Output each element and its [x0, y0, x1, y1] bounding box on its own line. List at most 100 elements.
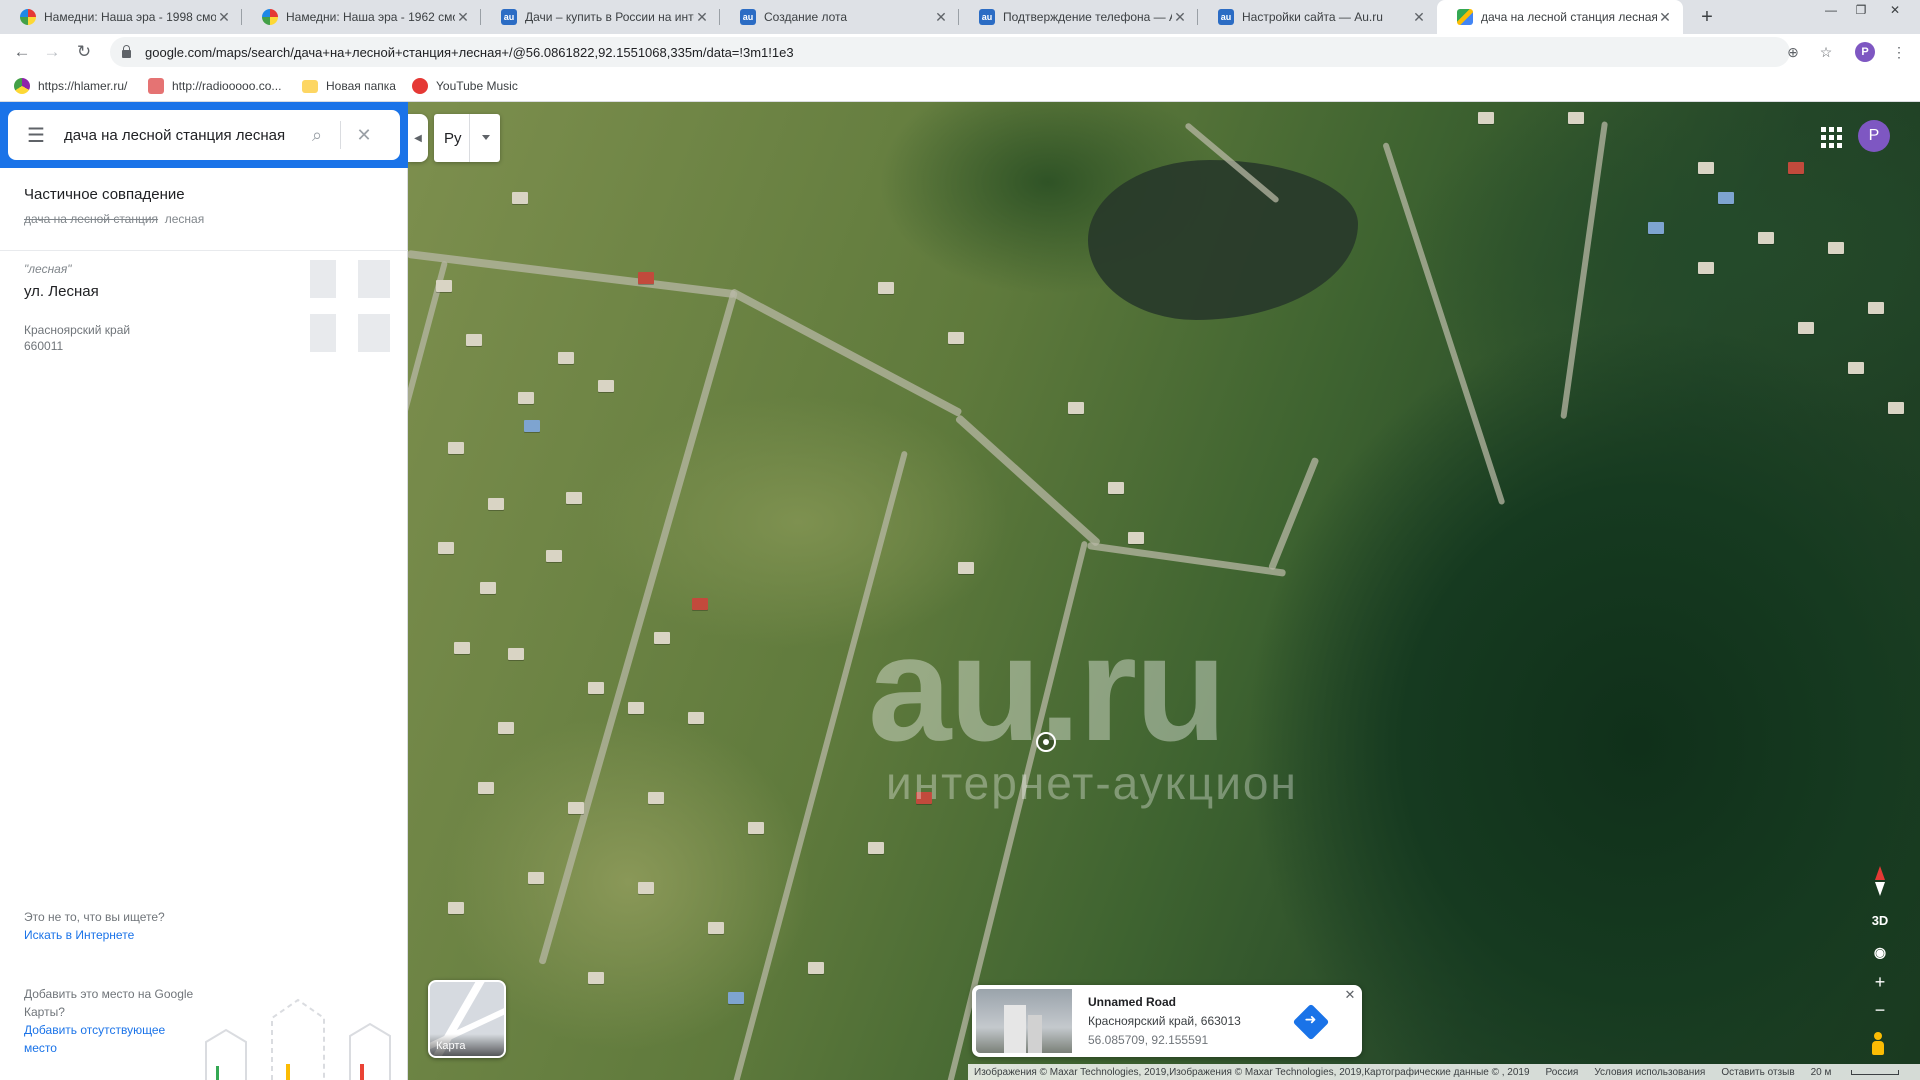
feedback-link[interactable]: Оставить отзыв	[1721, 1067, 1794, 1078]
lock-icon	[122, 45, 131, 58]
close-tab-icon[interactable]: ✕	[1657, 9, 1673, 26]
tab-favicon-icon: au	[979, 9, 995, 25]
browser-tab[interactable]: au Подтверждение телефона — Au.ru ✕	[959, 0, 1198, 34]
close-card-icon[interactable]: ✕	[1342, 987, 1358, 1003]
menu-hamburger-icon[interactable]: ☰	[8, 110, 64, 160]
bookmark-item[interactable]: YouTube Music	[412, 76, 518, 96]
directions-icon[interactable]	[1292, 1003, 1330, 1041]
bookmarks-bar: https://hlamer.ru/ http://radiooooo.co..…	[0, 70, 1920, 102]
compass-icon[interactable]	[1860, 862, 1900, 902]
my-location-icon[interactable]: ◉	[1865, 938, 1895, 966]
back-icon[interactable]: ←	[10, 40, 34, 64]
bookmark-favicon-icon	[148, 78, 164, 94]
tab-strip: Намедни: Наша эра - 1998 смотреть ✕ Наме…	[0, 0, 1920, 34]
tab-title: дача на лесной станция лесная	[1481, 10, 1657, 24]
browser-tab[interactable]: au Создание лота ✕	[720, 0, 959, 34]
bookmark-label: http://radiooooo.co...	[172, 79, 282, 93]
install-icon[interactable]: ⊕	[1782, 41, 1804, 63]
collapse-panel-button[interactable]: ◀	[408, 114, 428, 162]
browser-tab-active[interactable]: дача на лесной станция лесная ✕	[1437, 0, 1683, 34]
search-icon[interactable]: ⌕	[294, 110, 340, 160]
au-watermark-subtitle: интернет-аукцион	[886, 757, 1298, 809]
tab-favicon-icon	[20, 9, 36, 25]
tab-favicon-icon	[262, 9, 278, 25]
search-header: ☰ ⌕ ✕	[0, 102, 408, 168]
browser-tab[interactable]: au Дачи – купить в России на интернет ✕	[481, 0, 720, 34]
search-input[interactable]	[64, 126, 294, 144]
bookmark-label: Новая папка	[326, 79, 396, 93]
browser-tab[interactable]: Намедни: Наша эра - 1998 смотреть ✕	[0, 0, 242, 34]
tab-favicon-icon: au	[1218, 9, 1234, 25]
street-view-pegman-icon[interactable]	[1870, 1032, 1886, 1056]
close-tab-icon[interactable]: ✕	[694, 9, 710, 26]
location-pin-icon[interactable]	[1036, 732, 1056, 752]
youtube-music-icon	[412, 78, 428, 94]
tilt-3d-button[interactable]: 3D	[1865, 906, 1895, 934]
account-avatar[interactable]: P	[1858, 120, 1890, 152]
place-address: Красноярский край, 663013	[1088, 1014, 1241, 1028]
add-missing-place-link[interactable]: Добавить отсутствующее место	[24, 1021, 194, 1057]
address-bar[interactable]: google.com/maps/search/дача+на+лесной+ст…	[110, 37, 1790, 67]
tab-favicon-icon	[1457, 9, 1473, 25]
language-selector[interactable]: Ру	[434, 114, 500, 162]
side-panel: ☰ ⌕ ✕ Частичное совпадение дача на лесно…	[0, 102, 408, 1080]
result-address: Красноярский край 660011	[24, 323, 131, 353]
imagery-credits: Изображения © Maxar Technologies, 2019,И…	[974, 1066, 1530, 1078]
url-text: google.com/maps/search/дача+на+лесной+ст…	[145, 44, 794, 60]
menu-kebab-icon[interactable]: ⋮	[1888, 41, 1910, 63]
bookmark-label: https://hlamer.ru/	[38, 79, 128, 93]
browser-toolbar: ← → ↻ google.com/maps/search/дача+на+лес…	[0, 34, 1920, 70]
close-tab-icon[interactable]: ✕	[455, 9, 471, 26]
new-tab-icon[interactable]: +	[1693, 0, 1721, 34]
scale-indicator[interactable]: 20 м	[1811, 1067, 1916, 1078]
maximize-icon[interactable]: ❐	[1846, 0, 1876, 20]
result-thumbnail[interactable]	[310, 260, 390, 352]
folder-icon	[302, 79, 318, 93]
add-place-block: Добавить это место на Google Карты? Доба…	[24, 987, 194, 1057]
close-tab-icon[interactable]: ✕	[933, 9, 949, 26]
map-footer: Изображения © Maxar Technologies, 2019,И…	[968, 1064, 1920, 1080]
place-coordinates: 56.085709, 92.155591	[1088, 1033, 1209, 1047]
country-link[interactable]: Россия	[1546, 1067, 1579, 1078]
close-tab-icon[interactable]: ✕	[1411, 9, 1427, 26]
partial-match: Частичное совпадение дача на лесной стан…	[24, 186, 204, 226]
place-card[interactable]: Unnamed Road Красноярский край, 663013 5…	[972, 985, 1362, 1057]
close-window-icon[interactable]: ✕	[1880, 0, 1910, 20]
reload-icon[interactable]: ↻	[72, 40, 96, 64]
zoom-out-icon[interactable]: −	[1865, 996, 1895, 1024]
tab-title: Намедни: Наша эра - 1998 смотреть	[44, 10, 216, 24]
buildings-illustration-icon	[205, 998, 391, 1080]
search-web-link[interactable]: Искать в Интернете	[24, 926, 165, 944]
layer-label: Карта	[430, 1034, 504, 1056]
minimize-icon[interactable]: —	[1816, 0, 1846, 20]
search-result[interactable]: "лесная" ул. Лесная Красноярский край 66…	[24, 262, 304, 354]
not-found-block: Это не то, что вы ищете? Искать в Интерн…	[24, 910, 165, 944]
result-query-hint: "лесная"	[24, 262, 72, 276]
zoom-in-icon[interactable]: +	[1865, 968, 1895, 996]
bookmark-item[interactable]: http://radiooooo.co...	[148, 76, 281, 96]
partial-match-detail: дача на лесной станция лесная	[24, 212, 205, 226]
tab-title: Намедни: Наша эра - 1962 смотреть	[286, 10, 455, 24]
partial-match-title: Частичное совпадение	[24, 186, 185, 203]
close-tab-icon[interactable]: ✕	[216, 9, 232, 26]
profile-avatar[interactable]: P	[1855, 42, 1875, 62]
forward-icon[interactable]: →	[40, 40, 64, 64]
place-title: Unnamed Road	[1088, 995, 1177, 1009]
bookmark-folder[interactable]: Новая папка	[302, 76, 396, 96]
tab-title: Подтверждение телефона — Au.ru	[1003, 10, 1172, 24]
layer-switcher[interactable]: Карта	[428, 980, 506, 1058]
tab-title: Создание лота	[764, 10, 848, 24]
bookmark-label: YouTube Music	[436, 79, 518, 93]
browser-tab[interactable]: Намедни: Наша эра - 1962 смотреть ✕	[242, 0, 481, 34]
terms-link[interactable]: Условия использования	[1594, 1067, 1705, 1078]
apps-grid-icon[interactable]	[1818, 124, 1844, 150]
bookmark-star-icon[interactable]: ☆	[1815, 41, 1837, 63]
browser-tab[interactable]: au Настройки сайта — Au.ru ✕	[1198, 0, 1437, 34]
close-tab-icon[interactable]: ✕	[1172, 9, 1188, 26]
place-photo[interactable]	[976, 989, 1072, 1053]
satellite-map[interactable]: au.ru интернет-аукцион ◀ Ру P 3D ◉ + − К…	[408, 102, 1920, 1080]
bookmark-favicon-icon	[14, 78, 30, 94]
clear-search-icon[interactable]: ✕	[341, 110, 387, 160]
bookmark-item[interactable]: https://hlamer.ru/	[14, 76, 127, 96]
tab-title: Дачи – купить в России на интернет	[525, 10, 694, 24]
